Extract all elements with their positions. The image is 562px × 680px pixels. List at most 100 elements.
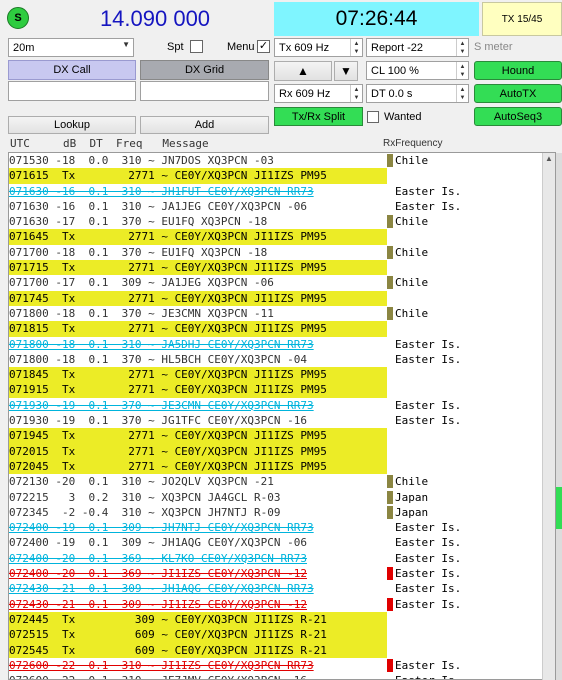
row-text: 071845 Tx 2771 ~ CE0Y/XQ3PCN JI1IZS PM95 xyxy=(9,368,327,382)
table-row[interactable]: 072400 -20 0.1 369 ~ JI1IZS CE0Y/XQ3PCN … xyxy=(9,566,461,581)
table-row[interactable]: 071630 -17 0.1 370 ~ EU1FQ XQ3PCN -18 Chi… xyxy=(9,214,428,229)
table-row[interactable]: 072215 3 0.2 310 ~ XQ3PCN JA4GCL R-03 Jap… xyxy=(9,490,428,505)
dx-call-input[interactable] xyxy=(8,81,136,101)
row-text: 071815 Tx 2771 ~ CE0Y/XQ3PCN JI1IZS PM95 xyxy=(9,322,327,336)
wanted-checkbox[interactable] xyxy=(367,111,379,123)
table-row[interactable]: 072130 -20 0.1 310 ~ JO2QLV XQ3PCN -21 Ch… xyxy=(9,474,428,489)
row-text: 072045 Tx 2771 ~ CE0Y/XQ3PCN JI1IZS PM95 xyxy=(9,459,327,473)
row-text: 072400 -19 0.1 309 ~ JH1AQG CE0Y/XQ3PCN … xyxy=(9,536,308,550)
s-badge[interactable]: S xyxy=(7,7,29,29)
table-row[interactable]: 072430 -21 0.1 309 ~ JH1AQG CE0Y/XQ3PCN … xyxy=(9,581,461,596)
rx-country: Chile xyxy=(395,276,429,290)
chevron-down-icon: ▼ xyxy=(459,71,466,78)
dt-stepper[interactable]: ▲ ▼ xyxy=(456,85,468,102)
table-row[interactable]: 071700 -18 0.1 370 ~ EU1FQ XQ3PCN -18 Chi… xyxy=(9,245,428,260)
lookup-button[interactable]: Lookup xyxy=(8,116,136,134)
table-row[interactable]: 072430 -21 0.1 309 ~ JI1IZS CE0Y/XQ3PCN … xyxy=(9,597,461,612)
tx-row[interactable]: 072515 Tx 609 ~ CE0Y/XQ3PCN JI1IZS R-21 xyxy=(9,627,387,643)
table-row[interactable]: 072400 -19 0.1 309 ~ JH7NTJ CE0Y/XQ3PCN … xyxy=(9,520,461,535)
table-row[interactable]: 072400 -20 0.1 369 ~ KL7KO CE0Y/XQ3PCN R… xyxy=(9,551,461,566)
tx-row[interactable]: 071815 Tx 2771 ~ CE0Y/XQ3PCN JI1IZS PM95 xyxy=(9,321,387,337)
chevron-up-icon: ▲ xyxy=(459,86,466,93)
rx-country: Easter Is. xyxy=(395,673,461,679)
report-stepper[interactable]: ▲ ▼ xyxy=(456,39,468,56)
table-row[interactable]: 071800 -18 0.1 370 ~ JE3CMN XQ3PCN -11 Ch… xyxy=(9,306,428,321)
rx-marker xyxy=(387,306,393,320)
row-text: 071930 -19 0.1 370 ~ JE3CMN CE0Y/XQ3PCN … xyxy=(9,398,314,412)
tx-counter: TX 15/45 xyxy=(482,2,562,36)
table-row[interactable]: 071930 -19 0.1 370 ~ JG1TFC CE0Y/XQ3PCN … xyxy=(9,413,461,428)
table-row[interactable]: 071930 -19 0.1 370 ~ JE3CMN CE0Y/XQ3PCN … xyxy=(9,398,461,413)
rx-country: Easter Is. xyxy=(395,199,462,213)
dx-grid-label: DX Grid xyxy=(140,60,269,80)
scrollbar[interactable]: ▲ xyxy=(542,153,555,680)
row-text: 072445 Tx 309 ~ CE0Y/XQ3PCN JI1IZS R-21 xyxy=(9,612,327,626)
tx-row[interactable]: 071715 Tx 2771 ~ CE0Y/XQ3PCN JI1IZS PM95 xyxy=(9,260,387,276)
dt-spinbox[interactable]: DT 0.0 s ▲ ▼ xyxy=(366,84,469,103)
tx-row[interactable]: 071945 Tx 2771 ~ CE0Y/XQ3PCN JI1IZS PM95 xyxy=(9,428,387,444)
table-row[interactable]: 071700 -17 0.1 309 ~ JA1JEG XQ3PCN -06 Ch… xyxy=(9,275,428,290)
rx-marker xyxy=(387,597,393,611)
cl-spinbox[interactable]: CL 100 % ▲ ▼ xyxy=(366,61,469,80)
rx-country: Chile xyxy=(395,306,429,320)
tx-row[interactable]: 071915 Tx 2771 ~ CE0Y/XQ3PCN JI1IZS PM95 xyxy=(9,382,387,398)
row-text: 071630 -16 0.1 310 ~ JA1JEG CE0Y/XQ3PCN … xyxy=(9,199,308,213)
rx-freq-spinbox[interactable]: Rx 609 Hz ▲ ▼ xyxy=(274,84,363,103)
scroll-up-icon[interactable]: ▲ xyxy=(545,154,553,163)
tx-row[interactable]: 072545 Tx 609 ~ CE0Y/XQ3PCN JI1IZS R-21 xyxy=(9,642,387,658)
row-text: 072400 -20 0.1 369 ~ KL7KO CE0Y/XQ3PCN R… xyxy=(9,551,308,565)
table-row[interactable]: 071800 -18 0.1 370 ~ HL5BCH CE0Y/XQ3PCN … xyxy=(9,352,461,367)
band-select[interactable]: 20m ▼ xyxy=(8,38,134,57)
tx-freq-spinbox[interactable]: Tx 609 Hz ▲ ▼ xyxy=(274,38,363,57)
row-text: 071700 -17 0.1 309 ~ JA1JEG XQ3PCN -06 xyxy=(9,276,274,290)
rx-country: Chile xyxy=(395,475,429,489)
table-row[interactable]: 071630 -16 0.1 310 ~ JA1JEG CE0Y/XQ3PCN … xyxy=(9,199,461,214)
right-edge-panel xyxy=(556,153,562,680)
rx-freq-stepper[interactable]: ▲ ▼ xyxy=(350,85,362,102)
rx-country: Easter Is. xyxy=(395,551,462,565)
tx-row[interactable]: 071845 Tx 2771 ~ CE0Y/XQ3PCN JI1IZS PM95 xyxy=(9,367,387,383)
autotx-button[interactable]: AutoTX xyxy=(474,84,562,103)
menu-checkbox[interactable]: ✓ xyxy=(257,40,270,53)
tx-row[interactable]: 072445 Tx 309 ~ CE0Y/XQ3PCN JI1IZS R-21 xyxy=(9,611,387,628)
row-text: 071915 Tx 2771 ~ CE0Y/XQ3PCN JI1IZS PM95 xyxy=(9,383,327,397)
tx-row[interactable]: 071745 Tx 2771 ~ CE0Y/XQ3PCN JI1IZS PM95 xyxy=(9,290,387,306)
report-spinbox[interactable]: Report -22 ▲ ▼ xyxy=(366,38,469,57)
row-text: 072130 -20 0.1 310 ~ JO2QLV XQ3PCN -21 xyxy=(9,475,274,489)
table-row[interactable]: 072345 -2 -0.4 310 ~ XQ3PCN JH7NTJ R-09 J… xyxy=(9,505,428,520)
cl-stepper[interactable]: ▲ ▼ xyxy=(456,62,468,79)
table-row[interactable]: 071630 -16 0.1 310 ~ JH1FUT CE0Y/XQ3PCN … xyxy=(9,184,461,199)
tx-row[interactable]: 072015 Tx 2771 ~ CE0Y/XQ3PCN JI1IZS PM95 xyxy=(9,443,387,459)
down-arrow-button[interactable]: ▼ xyxy=(334,61,358,81)
tx-row[interactable]: 071645 Tx 2771 ~ CE0Y/XQ3PCN JI1IZS PM95 xyxy=(9,229,387,245)
table-row[interactable]: 071800 -18 0.1 310 ~ JA5DHJ CE0Y/XQ3PCN … xyxy=(9,337,461,352)
row-text: 072400 -19 0.1 309 ~ JH7NTJ CE0Y/XQ3PCN … xyxy=(9,521,314,535)
rx-country: Easter Is. xyxy=(395,536,462,550)
row-text: 071715 Tx 2771 ~ CE0Y/XQ3PCN JI1IZS PM95 xyxy=(9,261,327,275)
rx-country: Easter Is. xyxy=(395,521,462,535)
tx-freq-stepper[interactable]: ▲ ▼ xyxy=(350,39,362,56)
decode-list[interactable]: 071530 -18 0.0 310 ~ JN7DOS XQ3PCN -03 Ch… xyxy=(8,152,556,680)
txrx-split-button[interactable]: Tx/Rx Split xyxy=(274,107,363,126)
table-row[interactable]: 072600 -22 0.1 310 ~ JI1IZS CE0Y/XQ3PCN … xyxy=(9,658,461,673)
tx-row[interactable]: 071615 Tx 2771 ~ CE0Y/XQ3PCN JI1IZS PM95 xyxy=(9,168,387,184)
spt-checkbox[interactable] xyxy=(190,40,203,53)
rx-country: Easter Is. xyxy=(395,398,462,412)
autoseq-button[interactable]: AutoSeq3 xyxy=(474,107,562,126)
table-row[interactable]: 072600 -22 0.1 310 ~ JE7JMV CE0Y/XQ3PCN … xyxy=(9,673,461,679)
right-edge-green xyxy=(556,487,562,529)
table-row[interactable]: 072400 -19 0.1 309 ~ JH1AQG CE0Y/XQ3PCN … xyxy=(9,535,461,550)
rx-marker xyxy=(387,505,393,519)
up-arrow-button[interactable]: ▲ xyxy=(274,61,332,81)
add-button[interactable]: Add xyxy=(140,116,269,134)
rx-country: Chile xyxy=(395,215,429,229)
row-text: 071745 Tx 2771 ~ CE0Y/XQ3PCN JI1IZS PM95 xyxy=(9,291,327,305)
hound-button[interactable]: Hound xyxy=(474,61,562,80)
row-text: 071530 -18 0.0 310 ~ JN7DOS XQ3PCN -03 xyxy=(9,154,274,167)
cl-value: CL 100 % xyxy=(371,64,419,77)
tx-row[interactable]: 072045 Tx 2771 ~ CE0Y/XQ3PCN JI1IZS PM95 xyxy=(9,458,387,475)
dx-grid-input[interactable] xyxy=(140,81,269,101)
table-row[interactable]: 071530 -18 0.0 310 ~ JN7DOS XQ3PCN -03 Ch… xyxy=(9,153,428,168)
list-header: UTC dB DT Freq Message xyxy=(10,137,209,150)
rx-marker xyxy=(387,658,393,672)
